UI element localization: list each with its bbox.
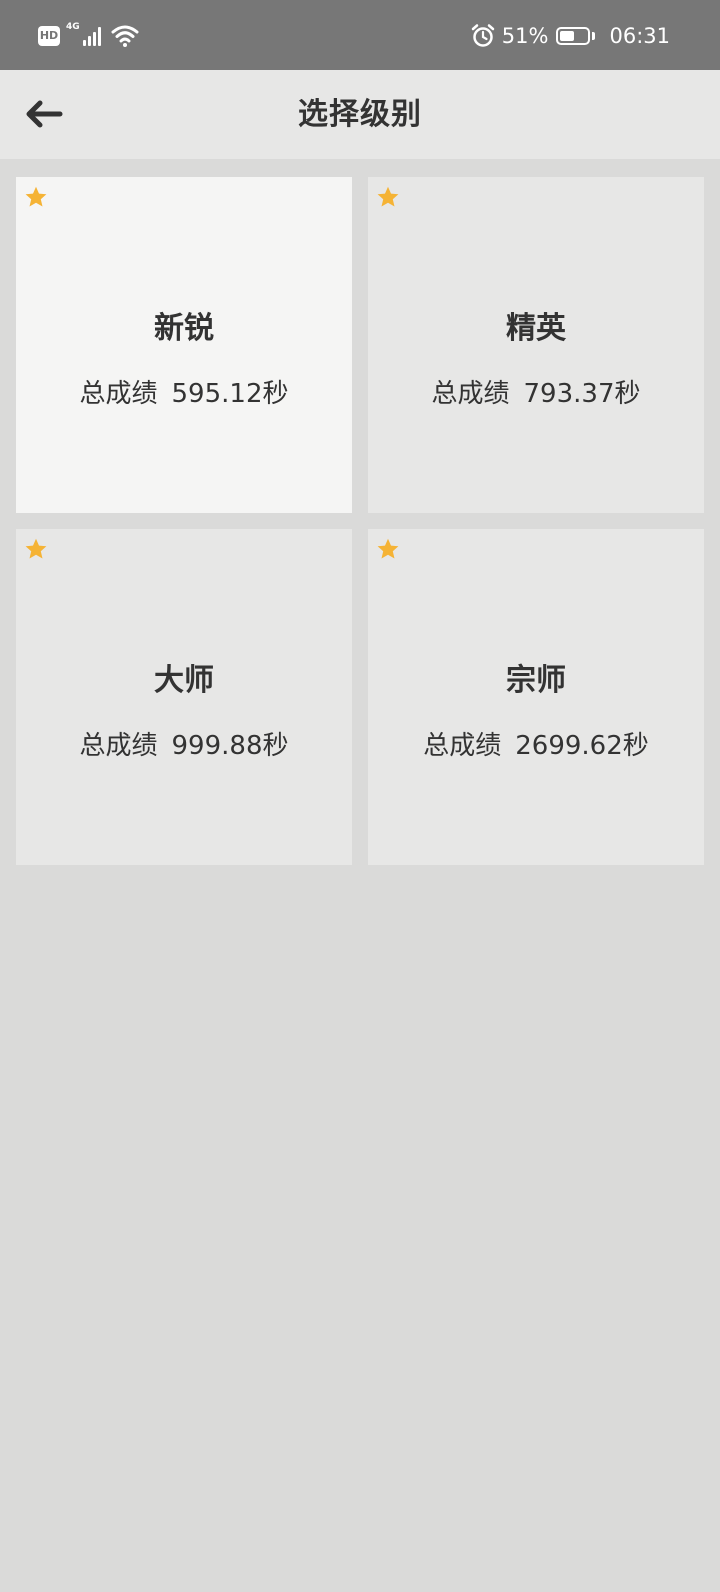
level-grid: 新锐 总成绩 595.12秒 精英 总成绩 793.37秒 大师 总成绩 999.88… [16, 177, 704, 865]
hd-badge: HD [38, 26, 60, 46]
level-card-2[interactable]: 大师 总成绩 999.88秒 [16, 529, 352, 865]
score-label: 总成绩 [79, 379, 158, 409]
score-value: 2699.62秒 [515, 731, 649, 761]
network-type-label: 4G [66, 22, 80, 32]
star-icon [377, 186, 399, 207]
signal-icon [82, 26, 101, 46]
level-card-1[interactable]: 精英 总成绩 793.37秒 [368, 177, 704, 513]
page-title: 选择级别 [298, 97, 422, 132]
status-right: 51% 06:31 [470, 20, 670, 52]
app-bar: 选择级别 [0, 70, 720, 159]
clock-time: 06:31 [609, 24, 670, 48]
level-name: 精英 [506, 311, 566, 346]
back-button[interactable] [20, 92, 68, 136]
level-name: 大师 [154, 663, 214, 698]
score-label: 总成绩 [423, 731, 502, 761]
level-card-0[interactable]: 新锐 总成绩 595.12秒 [16, 177, 352, 513]
star-icon [25, 538, 47, 559]
level-name: 宗师 [506, 663, 566, 698]
level-score: 总成绩 595.12秒 [16, 376, 352, 412]
battery-tip [592, 32, 596, 40]
score-value: 595.12秒 [171, 379, 289, 409]
alarm-clock-icon [471, 24, 495, 47]
star-icon [25, 186, 47, 207]
level-name: 新锐 [154, 311, 214, 346]
score-label: 总成绩 [431, 379, 510, 409]
level-score: 总成绩 999.88秒 [16, 728, 352, 764]
score-value: 793.37秒 [523, 379, 641, 409]
level-score: 总成绩 793.37秒 [368, 376, 704, 412]
status-left: HD 4G [38, 22, 139, 50]
status-bar: HD 4G 51% 06:31 [0, 0, 720, 70]
level-card-3[interactable]: 宗师 总成绩 2699.62秒 [368, 529, 704, 865]
score-value: 999.88秒 [171, 731, 289, 761]
battery-fill [560, 31, 574, 41]
score-label: 总成绩 [79, 731, 158, 761]
arrow-left-icon [26, 100, 63, 128]
star-icon [377, 538, 399, 559]
battery-percent: 51% [501, 24, 549, 48]
wifi-icon [111, 25, 139, 47]
battery-icon [556, 27, 591, 45]
level-score: 总成绩 2699.62秒 [368, 728, 704, 764]
